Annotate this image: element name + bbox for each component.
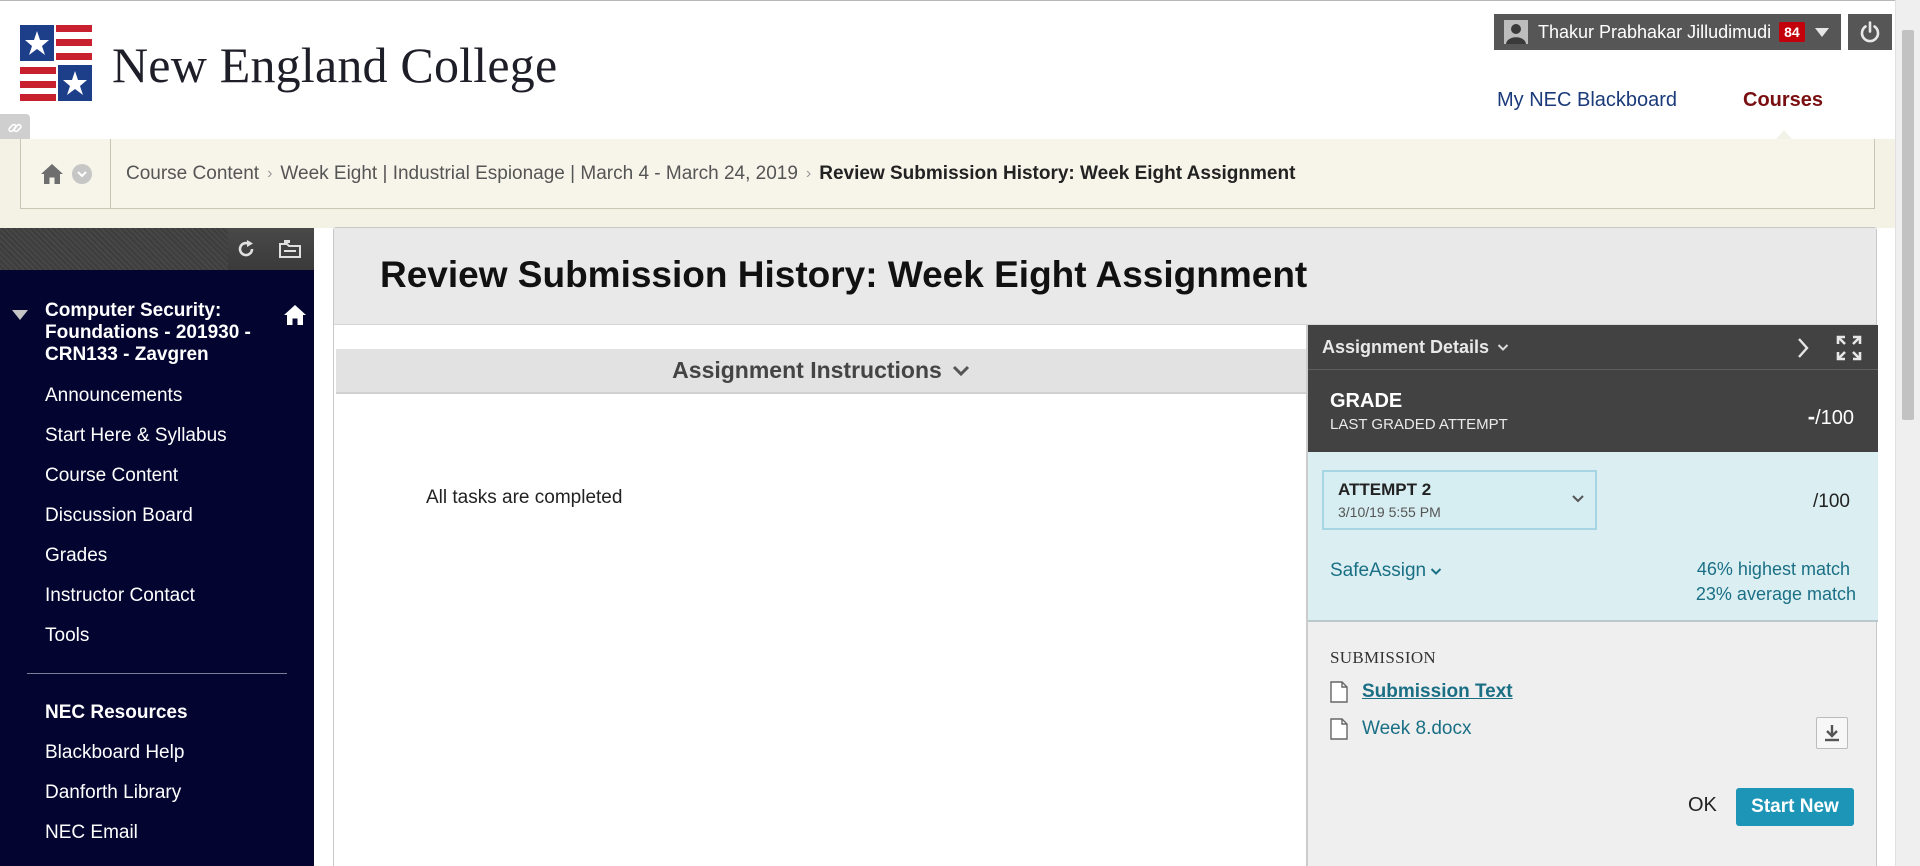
grade-summary: GRADE LAST GRADED ATTEMPT -/100: [1308, 370, 1878, 452]
grade-sublabel: LAST GRADED ATTEMPT: [1330, 416, 1508, 433]
toolbar-pattern: [0, 228, 228, 270]
sidebar-item-instructor-contact[interactable]: Instructor Contact: [45, 585, 195, 607]
chevron-down-icon: [1572, 495, 1584, 503]
attempt-date: 3/10/19 5:55 PM: [1338, 504, 1441, 520]
ok-button[interactable]: OK: [1688, 794, 1717, 817]
download-icon: [1825, 725, 1839, 742]
sidebar-item-danforth-library[interactable]: Danforth Library: [45, 782, 181, 804]
attempt-area: ATTEMPT 2 3/10/19 5:55 PM /100 SafeAssig…: [1308, 452, 1878, 622]
breadcrumb-menu-button[interactable]: [71, 163, 92, 184]
download-button[interactable]: [1816, 717, 1848, 749]
folder-view-button[interactable]: [274, 234, 306, 264]
logout-button[interactable]: [1848, 14, 1892, 50]
avatar: [1504, 20, 1528, 44]
chevron-right-icon[interactable]: [1796, 337, 1810, 359]
sidebar-item-grades[interactable]: Grades: [45, 545, 107, 567]
sidebar-item-blackboard-help[interactable]: Blackboard Help: [45, 742, 184, 764]
submission-label: SUBMISSION: [1330, 648, 1436, 667]
grade-value: -: [1807, 404, 1816, 429]
course-menu: Computer Security: Foundations - 201930 …: [0, 228, 314, 866]
assignment-details-panel: Assignment Details GRADE LAST GRADED ATT…: [1306, 325, 1878, 866]
safeassign-dropdown[interactable]: SafeAssign: [1330, 560, 1442, 582]
link-icon: [8, 123, 22, 133]
panel-header: Assignment Details: [1308, 325, 1878, 370]
document-icon: [1330, 718, 1348, 740]
chevron-down-icon: [76, 170, 87, 177]
page-scrollbar[interactable]: [1895, 0, 1920, 866]
start-new-button[interactable]: Start New: [1736, 788, 1854, 826]
instructions-text: All tasks are completed: [426, 487, 623, 508]
breadcrumb-item-course-content[interactable]: Course Content: [126, 163, 259, 185]
sidebar-section-title: NEC Resources: [45, 702, 188, 723]
sidebar-divider: [27, 673, 287, 674]
breadcrumb-current: Review Submission History: Week Eight As…: [819, 162, 1296, 184]
chevron-down-icon: [952, 365, 969, 376]
sidebar-item-nec-email[interactable]: NEC Email: [45, 822, 138, 844]
attempt-score: /100: [1813, 491, 1850, 512]
refresh-icon: [238, 240, 254, 257]
week8-docx-link[interactable]: Week 8.docx: [1362, 718, 1471, 740]
user-silhouette-icon: [1504, 20, 1528, 44]
tab-courses[interactable]: Courses: [1743, 89, 1823, 112]
file-row-submission-text: Submission Text: [1330, 681, 1513, 703]
sidebar-item-start-here[interactable]: Start Here & Syllabus: [45, 425, 227, 447]
assignment-instructions-toggle[interactable]: Assignment Instructions: [336, 349, 1306, 394]
chevron-down-icon[interactable]: [1814, 27, 1829, 37]
breadcrumb-item-week-eight[interactable]: Week Eight | Industrial Espionage | Marc…: [280, 163, 798, 185]
course-menu-toolbar: [0, 228, 314, 270]
site-header: New England College Thakur Prabhakar Jil…: [0, 6, 1895, 146]
average-match-link[interactable]: 23% average match: [1696, 584, 1856, 605]
page-title: Review Submission History: Week Eight As…: [380, 254, 1308, 295]
file-row-week8-docx: Week 8.docx: [1330, 718, 1471, 740]
collapse-caret-icon[interactable]: [12, 310, 28, 320]
chevron-down-icon[interactable]: [1497, 343, 1509, 352]
submission-text-link[interactable]: Submission Text: [1362, 681, 1513, 703]
chevron-right-icon: ›: [805, 164, 812, 182]
folder-icon: [279, 240, 301, 258]
instructions-label: Assignment Instructions: [672, 357, 942, 383]
sidebar-item-course-content[interactable]: Course Content: [45, 465, 178, 487]
document-icon: [1330, 681, 1348, 703]
refresh-button[interactable]: [230, 234, 262, 264]
chevron-down-icon: [1430, 567, 1442, 575]
safeassign-label: SafeAssign: [1330, 560, 1427, 581]
scrollbar-thumb[interactable]: [1902, 30, 1914, 420]
fullscreen-icon[interactable]: [1836, 335, 1862, 361]
sidebar-item-tools[interactable]: Tools: [45, 625, 89, 647]
college-flag-logo-icon[interactable]: [20, 25, 92, 101]
grade-label: GRADE: [1330, 390, 1403, 412]
user-name: Thakur Prabhakar Jilludimudi: [1538, 21, 1772, 42]
attempt-selector[interactable]: ATTEMPT 2 3/10/19 5:55 PM: [1322, 470, 1597, 530]
tab-my-nec-blackboard[interactable]: My NEC Blackboard: [1497, 89, 1677, 112]
home-icon[interactable]: [283, 304, 307, 326]
sidebar-item-discussion-board[interactable]: Discussion Board: [45, 505, 193, 527]
page-header: Review Submission History: Week Eight As…: [334, 228, 1876, 325]
grade-total: /100: [1815, 407, 1854, 429]
attempt-name: ATTEMPT 2: [1338, 480, 1432, 499]
grade-score: -/100: [1808, 404, 1854, 430]
breadcrumb-home: [21, 138, 111, 209]
breadcrumb-band: Course Content › Week Eight | Industrial…: [0, 138, 1895, 228]
breadcrumb: Course Content › Week Eight | Industrial…: [20, 138, 1875, 209]
chevron-right-icon: ›: [267, 164, 273, 182]
college-name[interactable]: New England College: [112, 36, 557, 94]
home-icon[interactable]: [40, 163, 64, 185]
notification-badge[interactable]: 84: [1779, 22, 1805, 42]
panel-title[interactable]: Assignment Details: [1322, 337, 1489, 358]
highest-match-link[interactable]: 46% highest match: [1697, 559, 1850, 580]
highest-match-text: ighest match: [1747, 559, 1850, 579]
power-icon: [1860, 21, 1880, 43]
user-menu[interactable]: Thakur Prabhakar Jilludimudi 84: [1494, 14, 1841, 50]
highest-match-percent: 46% h: [1696, 559, 1748, 579]
course-title[interactable]: Computer Security: Foundations - 201930 …: [45, 300, 285, 366]
sidebar-item-announcements[interactable]: Announcements: [45, 385, 182, 407]
